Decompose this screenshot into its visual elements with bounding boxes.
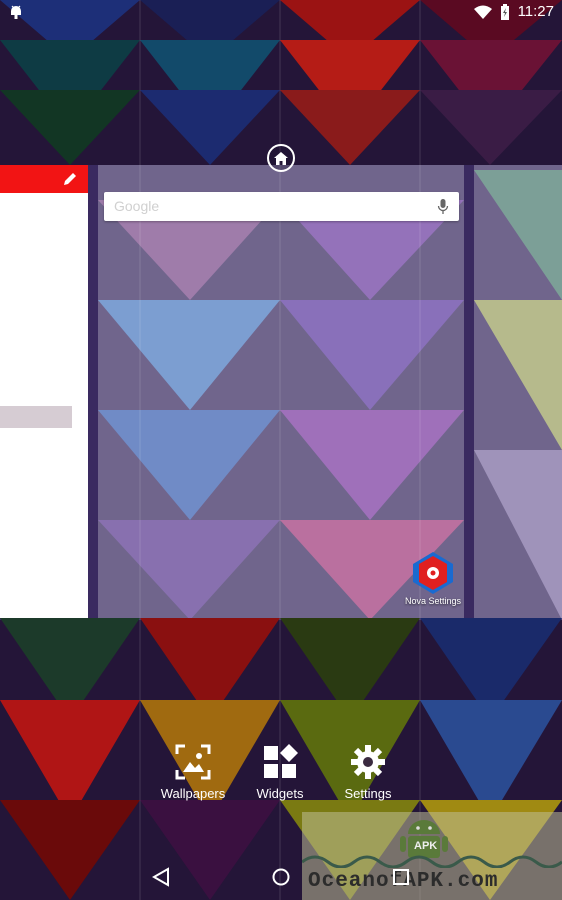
battery-charging-icon [500, 3, 509, 20]
app-label: Nova Settings [404, 596, 462, 606]
workspace-page-right[interactable] [474, 165, 562, 618]
widgets-button[interactable]: Widgets [254, 744, 306, 801]
workspace-page-left[interactable] [0, 165, 88, 618]
home-icon [274, 151, 288, 165]
widgets-label: Widgets [256, 786, 304, 801]
wifi-icon [473, 5, 492, 19]
status-icons: 11:27 [473, 3, 554, 20]
google-search-bar[interactable]: Google [104, 192, 459, 221]
settings-button[interactable]: Settings [340, 744, 396, 801]
recent-apps-icon[interactable] [390, 866, 412, 888]
pencil-icon[interactable] [62, 171, 78, 187]
overview-actions: Wallpapers Widgets Settings [0, 744, 562, 814]
status-time: 11:27 [517, 3, 554, 20]
nova-settings-icon [413, 552, 453, 594]
gear-icon [351, 745, 385, 779]
wallpapers-icon [175, 744, 211, 780]
watermark-badge: APK [414, 840, 438, 852]
widget-row-placeholder [0, 406, 72, 428]
android-debug-icon [11, 5, 21, 19]
default-page-home-icon[interactable] [267, 144, 295, 172]
mic-icon[interactable] [437, 199, 449, 215]
back-icon[interactable] [150, 866, 172, 888]
note-header-bar [0, 165, 88, 193]
navigation-bar [0, 852, 562, 900]
widgets-icon [264, 744, 298, 778]
status-bar: 11:27 [0, 0, 562, 24]
wallpapers-label: Wallpapers [160, 786, 226, 801]
settings-label: Settings [344, 786, 392, 801]
workspace-page-main[interactable] [98, 165, 464, 618]
search-placeholder: Google [114, 198, 160, 214]
wallpapers-button[interactable]: Wallpapers [160, 744, 226, 801]
app-icon-nova-settings[interactable]: Nova Settings [404, 552, 462, 612]
home-icon[interactable] [270, 866, 292, 888]
